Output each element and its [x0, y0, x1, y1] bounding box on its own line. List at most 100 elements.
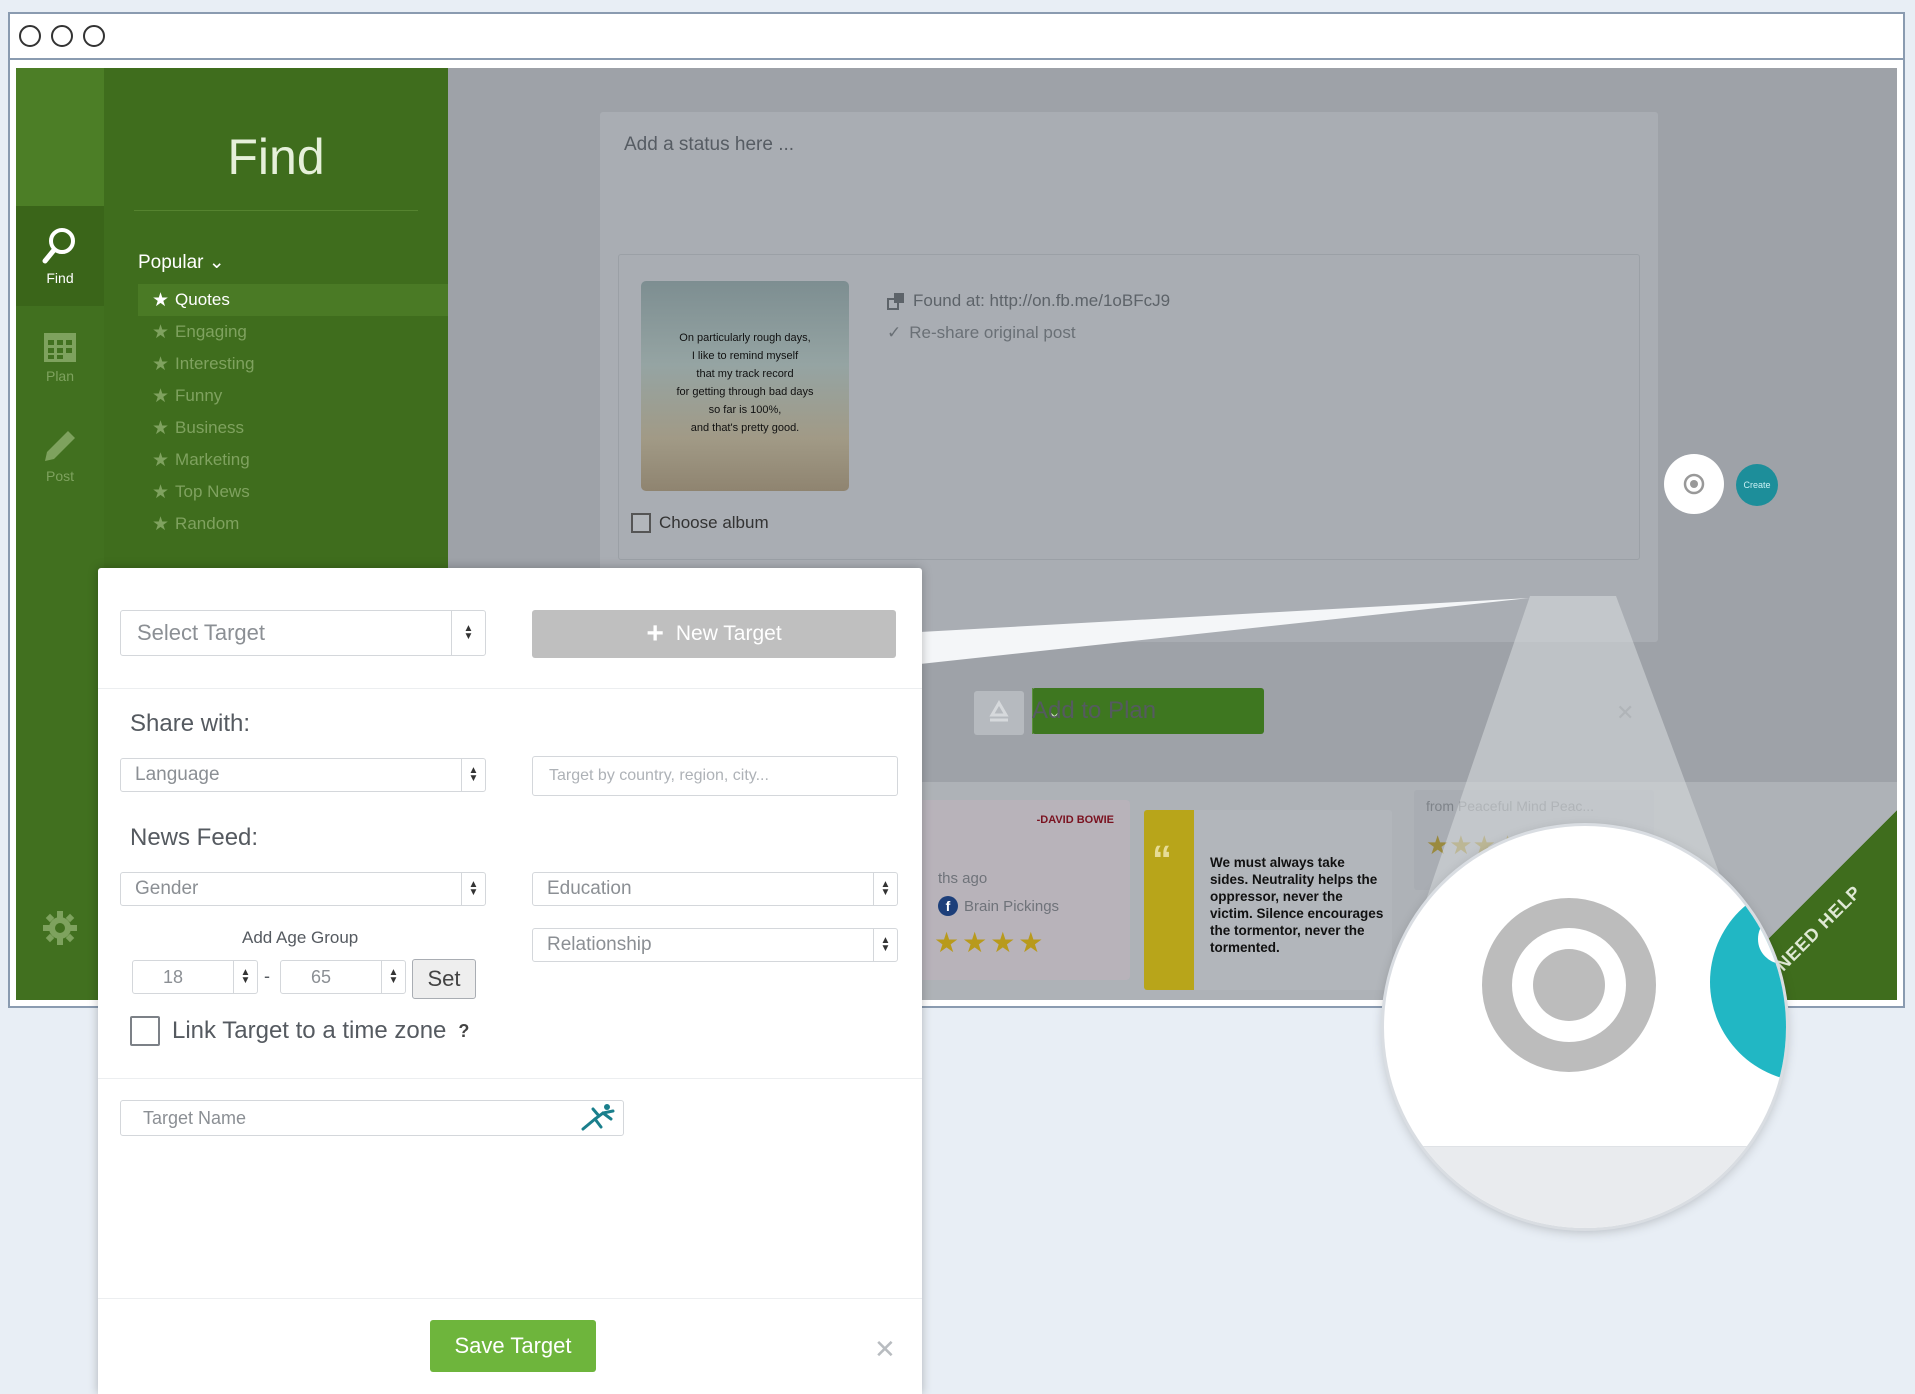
divider [134, 210, 418, 211]
age-max-value: 65 [311, 966, 332, 987]
window-control-maximize[interactable] [83, 25, 105, 47]
popular-label: Popular [138, 252, 204, 273]
language-value: Language [135, 764, 220, 785]
recycle-icon [989, 700, 1009, 722]
star-icon: ★ [152, 481, 170, 503]
category-item-random[interactable]: ★ Random [138, 508, 448, 540]
location-placeholder: Target by country, region, city... [549, 767, 769, 784]
target-button[interactable] [1664, 454, 1724, 514]
category-item-engaging[interactable]: ★ Engaging [138, 316, 448, 348]
timezone-checkbox[interactable]: Link Target to a time zone ? [130, 1016, 469, 1046]
popular-dropdown[interactable]: Popular ⌄ [138, 251, 225, 274]
relationship-value: Relationship [547, 934, 652, 955]
create-button-zoomed [1710, 882, 1786, 1082]
updown-arrows-icon[interactable]: ▲ ▼ [381, 961, 405, 993]
reshare-text: Re-share original post [909, 323, 1076, 342]
category-item-quotes[interactable]: ★ Quotes [138, 284, 448, 316]
star-icon: ★ [152, 385, 170, 407]
relationship-dropdown[interactable]: Relationship ▲ ▼ [532, 928, 898, 962]
nav-item-plan[interactable]: Plan [16, 306, 104, 406]
thumbnail-line: On particularly rough days, [679, 332, 811, 344]
gender-dropdown[interactable]: Gender ▲ ▼ [120, 872, 486, 906]
thumbnail-line: and that's pretty good. [690, 422, 800, 434]
category-label: Marketing [175, 450, 250, 469]
found-at-link[interactable]: Found at: http://on.fb.me/1oBFcJ9 [887, 291, 1170, 311]
window-control-minimize[interactable] [51, 25, 73, 47]
status-input[interactable]: Add a status here ... [624, 134, 794, 156]
window-control-close[interactable] [19, 25, 41, 47]
category-label: Funny [175, 386, 223, 405]
window-title-bar [10, 14, 1903, 60]
category-item-business[interactable]: ★ Business [138, 412, 448, 444]
nav-item-post[interactable]: Post [16, 406, 104, 506]
select-target-value: Select Target [137, 620, 266, 645]
category-label: Engaging [175, 322, 247, 341]
share-with-label: Share with: [130, 710, 251, 737]
source-name: Peaceful Mind Peac... [1457, 798, 1595, 814]
choose-album-label: Choose album [659, 513, 769, 532]
category-item-interesting[interactable]: ★ Interesting [138, 348, 448, 380]
post-source: f Brain Pickings [938, 896, 1059, 916]
thumbnail-line: I like to remind myself [691, 350, 799, 362]
recycle-button[interactable] [974, 691, 1024, 735]
close-icon[interactable]: ✕ [1616, 700, 1634, 726]
category-label: Business [175, 418, 245, 437]
shared-post-card: On particularly rough days, I like to re… [618, 254, 1640, 560]
add-to-plan-label: Add to Plan [1032, 697, 1157, 724]
thumbnail-line: so far is 100%, [708, 404, 782, 416]
choose-album-checkbox[interactable]: Choose album [631, 513, 769, 533]
education-dropdown[interactable]: Education ▲ ▼ [532, 872, 898, 906]
timezone-label: Link Target to a time zone [172, 1017, 447, 1044]
reshare-option[interactable]: ✓ Re-share original post [887, 323, 1076, 343]
close-icon[interactable]: ✕ [874, 1334, 896, 1365]
add-to-plan-button[interactable]: Add to Plan ⌄ [1032, 688, 1264, 734]
select-target-dropdown[interactable]: Select Target ▲ ▼ [120, 610, 486, 656]
nav-label-plan: Plan [45, 368, 75, 384]
category-list: ★ Quotes ★ Engaging ★ Interesting ★ Funny ★ B… [138, 284, 448, 540]
facebook-icon: f [938, 896, 958, 916]
category-item-top-news[interactable]: ★ Top News [138, 476, 448, 508]
magnifier-floor [1384, 1146, 1786, 1228]
divider [98, 688, 922, 689]
age-group-label: Add Age Group [242, 928, 359, 947]
checkbox-box[interactable] [130, 1016, 160, 1046]
found-at-text: Found at: http://on.fb.me/1oBFcJ9 [913, 291, 1171, 310]
set-age-button[interactable]: Set [412, 959, 476, 999]
age-max-stepper[interactable]: 65 ▲ ▼ [280, 960, 406, 994]
star-icon: ★ [152, 353, 170, 375]
nav-item-find[interactable]: Find [16, 206, 104, 306]
post-composer: Add a status here ... On particularly ro… [600, 112, 1778, 642]
star-icon: ★ [152, 321, 170, 343]
category-label: Top News [175, 482, 250, 501]
education-value: Education [547, 878, 632, 899]
post-thumbnail[interactable]: On particularly rough days, I like to re… [641, 281, 849, 491]
gear-icon [43, 911, 77, 945]
help-icon[interactable]: ? [458, 1021, 469, 1042]
settings-button[interactable] [16, 910, 104, 946]
pencil-icon [45, 431, 75, 461]
category-item-marketing[interactable]: ★ Marketing [138, 444, 448, 476]
age-min-value: 18 [163, 966, 184, 987]
quote-mark-icon: “ [1144, 810, 1194, 990]
gender-value: Gender [135, 878, 199, 899]
updown-arrows-icon: ▲ ▼ [873, 873, 897, 905]
category-label: Random [175, 514, 240, 533]
target-icon [1683, 473, 1705, 495]
create-button[interactable]: Create [1736, 464, 1778, 506]
divider [98, 1298, 922, 1299]
updown-arrows-icon[interactable]: ▲ ▼ [233, 961, 257, 993]
category-item-funny[interactable]: ★ Funny [138, 380, 448, 412]
age-min-stepper[interactable]: 18 ▲ ▼ [132, 960, 258, 994]
language-dropdown[interactable]: Language ▲ ▼ [120, 758, 486, 792]
target-name-input[interactable]: Target Name [120, 1100, 624, 1136]
check-icon: ✓ [887, 323, 902, 342]
feed-card[interactable]: “ We must always take sides. Neutrality … [1144, 810, 1392, 990]
star-icon: ★ [152, 289, 170, 311]
star-icon: ★ [152, 513, 170, 535]
save-target-button[interactable]: Save Target [430, 1320, 596, 1372]
location-input[interactable]: Target by country, region, city... [532, 756, 898, 796]
target-icon-core [1533, 949, 1605, 1021]
target-dialog: Select Target ▲ ▼ + New Target Share with… [98, 568, 922, 1394]
nav-label-post: Post [45, 468, 74, 484]
new-target-button[interactable]: + New Target [532, 610, 896, 658]
